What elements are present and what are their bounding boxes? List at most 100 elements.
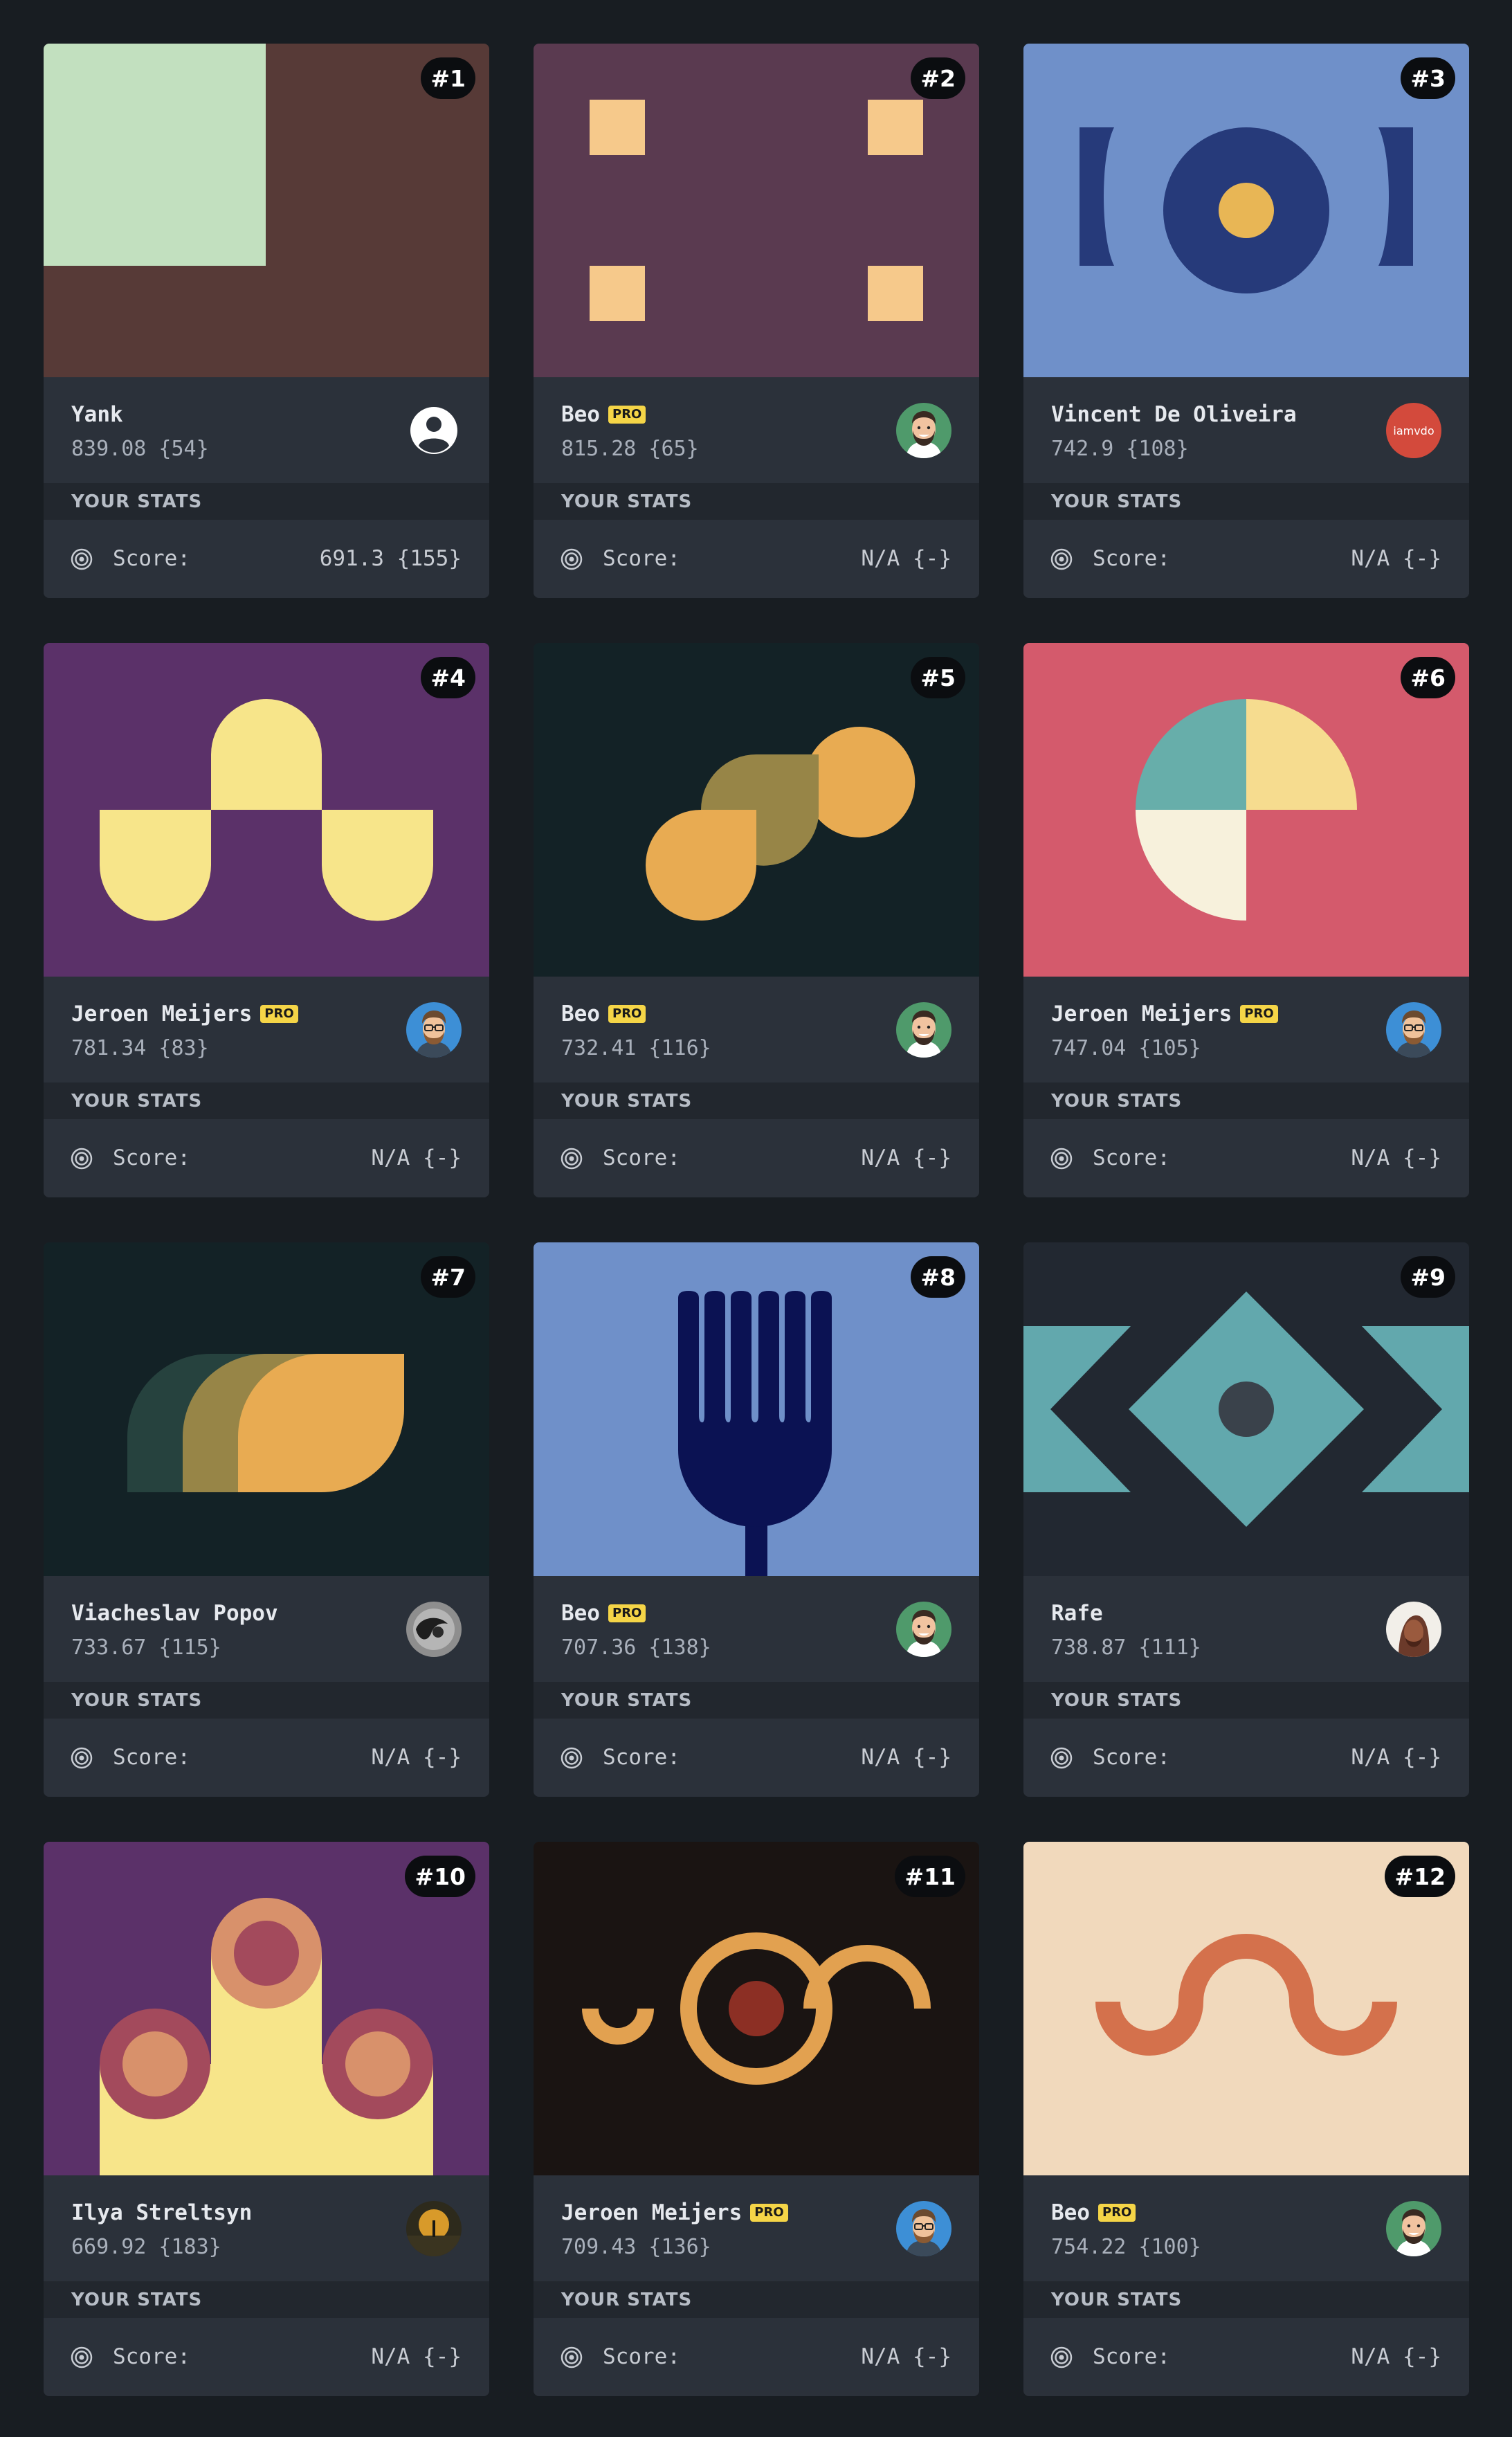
- author-name[interactable]: Jeroen Meijers: [1051, 1002, 1232, 1026]
- card-artwork[interactable]: #2: [534, 44, 979, 377]
- your-stats-heading: YOUR STATS: [44, 483, 489, 520]
- leaderboard-card[interactable]: #11 Jeroen Meijers PRO 709.43 {136} YOUR…: [534, 1842, 979, 2396]
- your-stats-row: Score: N/A {-}: [1023, 1119, 1469, 1197]
- avatar-icon[interactable]: [1386, 1002, 1441, 1058]
- your-stats-row: Score: N/A {-}: [534, 1119, 979, 1197]
- target-icon: [1050, 1746, 1073, 1770]
- rank-badge: #3: [1401, 57, 1455, 99]
- rank-badge: #12: [1385, 1856, 1455, 1897]
- stat-label: Score:: [1093, 1145, 1170, 1170]
- card-artwork[interactable]: #1: [44, 44, 489, 377]
- target-icon: [560, 547, 583, 571]
- author-score: 815.28 {65}: [561, 437, 699, 461]
- artwork-eye-brackets: [1023, 44, 1469, 377]
- avatar-icon[interactable]: [896, 403, 951, 458]
- author-name[interactable]: Jeroen Meijers: [561, 2200, 742, 2225]
- artwork-fork: [534, 1242, 979, 1576]
- artwork-diamond: [1023, 1242, 1469, 1576]
- author-score: 707.36 {138}: [561, 1636, 711, 1660]
- avatar-icon[interactable]: [406, 1002, 462, 1058]
- author-name[interactable]: Beo: [561, 1002, 600, 1026]
- author-name[interactable]: Beo: [561, 402, 600, 427]
- card-artwork[interactable]: #7: [44, 1242, 489, 1576]
- card-artwork[interactable]: #5: [534, 643, 979, 977]
- stat-value: N/A {-}: [371, 2344, 462, 2369]
- leaderboard-grid: #1 Yank 839.08 {54} YOUR STATS Score: 69…: [44, 44, 1469, 2396]
- avatar-icon[interactable]: [1386, 1602, 1441, 1657]
- rank-badge: #1: [421, 57, 475, 99]
- stat-label: Score:: [1093, 2344, 1170, 2369]
- rank-badge: #7: [421, 1256, 475, 1298]
- avatar-icon[interactable]: iamvdo: [1386, 403, 1441, 458]
- author-name[interactable]: Ilya Streltsyn: [71, 2200, 252, 2225]
- stat-value: N/A {-}: [1351, 2344, 1441, 2369]
- leaderboard-card[interactable]: #3 Vincent De Oliveira 742.9 {108} iamvd…: [1023, 44, 1469, 598]
- author-name[interactable]: Yank: [71, 402, 123, 427]
- card-info: Viacheslav Popov 733.67 {115}: [44, 1576, 489, 1682]
- leaderboard-card[interactable]: #12 Beo PRO 754.22 {100} YOUR STATS Scor…: [1023, 1842, 1469, 2396]
- author-score: 709.43 {136}: [561, 2235, 711, 2259]
- your-stats-heading: YOUR STATS: [44, 1682, 489, 1719]
- avatar-label: iamvdo: [1393, 424, 1434, 437]
- leaderboard-card[interactable]: #1 Yank 839.08 {54} YOUR STATS Score: 69…: [44, 44, 489, 598]
- your-stats-row: Score: N/A {-}: [1023, 520, 1469, 598]
- card-artwork[interactable]: #8: [534, 1242, 979, 1576]
- author-name[interactable]: Jeroen Meijers: [71, 1002, 252, 1026]
- card-info: Jeroen Meijers PRO 747.04 {105}: [1023, 977, 1469, 1082]
- leaderboard-card[interactable]: #2 Beo PRO 815.28 {65} YOUR STATS Score:…: [534, 44, 979, 598]
- card-artwork[interactable]: #4: [44, 643, 489, 977]
- leaderboard-card[interactable]: #4 Jeroen Meijers PRO 781.34 {83} YOUR S…: [44, 643, 489, 1197]
- stat-value: N/A {-}: [1351, 546, 1441, 571]
- avatar-icon[interactable]: [1386, 2201, 1441, 2256]
- your-stats-heading: YOUR STATS: [534, 483, 979, 520]
- artwork-four-squares: [534, 44, 979, 377]
- author-name[interactable]: Vincent De Oliveira: [1051, 402, 1297, 427]
- card-artwork[interactable]: #12: [1023, 1842, 1469, 2175]
- rank-badge: #6: [1401, 657, 1455, 698]
- target-icon: [560, 1746, 583, 1770]
- author-name[interactable]: Beo: [561, 1601, 600, 1626]
- author-score: 732.41 {116}: [561, 1036, 711, 1060]
- rank-badge: #9: [1401, 1256, 1455, 1298]
- leaderboard-card[interactable]: #10 Ilya Streltsyn 669.92 {183} YOUR STA…: [44, 1842, 489, 2396]
- avatar-icon[interactable]: [406, 1602, 462, 1657]
- leaderboard-card[interactable]: #7 Viacheslav Popov 733.67 {115} YOUR ST…: [44, 1242, 489, 1797]
- artwork-leaf-stack: [534, 643, 979, 977]
- author-name[interactable]: Viacheslav Popov: [71, 1601, 278, 1626]
- card-artwork[interactable]: #11: [534, 1842, 979, 2175]
- user-icon[interactable]: [406, 403, 462, 458]
- avatar-icon[interactable]: [406, 2201, 462, 2256]
- leaderboard-card[interactable]: #5 Beo PRO 732.41 {116} YOUR STATS Score…: [534, 643, 979, 1197]
- author-name[interactable]: Rafe: [1051, 1601, 1103, 1626]
- leaderboard-card[interactable]: #8 Beo PRO 707.36 {138} YOUR STATS Score…: [534, 1242, 979, 1797]
- pro-badge: PRO: [260, 1005, 298, 1023]
- author-score: 747.04 {105}: [1051, 1036, 1201, 1060]
- card-artwork[interactable]: #3: [1023, 44, 1469, 377]
- avatar-icon[interactable]: [896, 1002, 951, 1058]
- pro-badge: PRO: [608, 1005, 646, 1023]
- stat-value: N/A {-}: [1351, 1745, 1441, 1770]
- pro-badge: PRO: [608, 406, 646, 424]
- your-stats-row: Score: N/A {-}: [534, 520, 979, 598]
- avatar-icon[interactable]: [896, 1602, 951, 1657]
- card-info: Yank 839.08 {54}: [44, 377, 489, 483]
- your-stats-heading: YOUR STATS: [44, 1082, 489, 1119]
- target-icon: [1050, 2346, 1073, 2369]
- target-icon: [1050, 547, 1073, 571]
- card-artwork[interactable]: #9: [1023, 1242, 1469, 1576]
- your-stats-heading: YOUR STATS: [1023, 1082, 1469, 1119]
- card-info: Ilya Streltsyn 669.92 {183}: [44, 2175, 489, 2281]
- your-stats-heading: YOUR STATS: [1023, 483, 1469, 520]
- author-score: 754.22 {100}: [1051, 2235, 1201, 2259]
- stat-value: 691.3 {155}: [319, 546, 462, 571]
- stat-value: N/A {-}: [861, 1745, 951, 1770]
- stat-label: Score:: [1093, 1745, 1170, 1770]
- author-name[interactable]: Beo: [1051, 2200, 1090, 2225]
- stat-label: Score:: [113, 2344, 190, 2369]
- leaderboard-card[interactable]: #6 Jeroen Meijers PRO 747.04 {105} YOUR …: [1023, 643, 1469, 1197]
- avatar-icon[interactable]: [896, 2201, 951, 2256]
- your-stats-row: Score: N/A {-}: [44, 1719, 489, 1797]
- card-artwork[interactable]: #6: [1023, 643, 1469, 977]
- leaderboard-card[interactable]: #9 Rafe 738.87 {111} YOUR STATS Score: N…: [1023, 1242, 1469, 1797]
- card-artwork[interactable]: #10: [44, 1842, 489, 2175]
